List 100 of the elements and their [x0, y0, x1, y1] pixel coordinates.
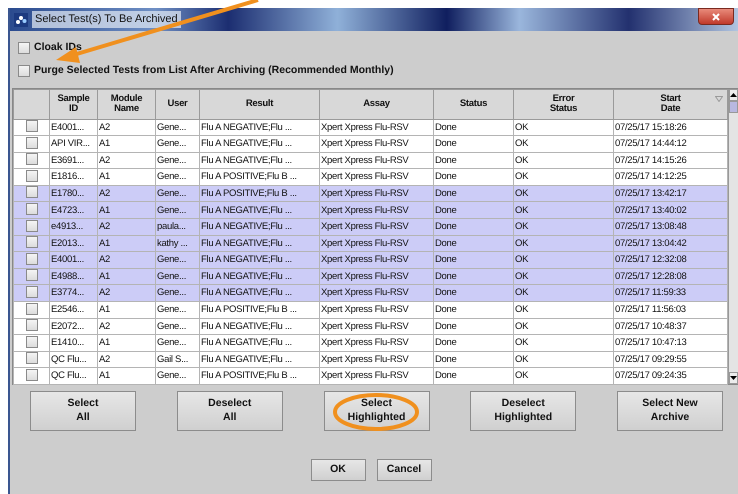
row-checkbox[interactable]: [26, 368, 38, 381]
row-checkbox[interactable]: [26, 220, 38, 232]
table-cell: Flu A NEGATIVE;Flu ...: [201, 287, 292, 298]
table-cell: 07/25/17 11:59:33: [615, 287, 686, 298]
table-cell: Xpert Xpress Flu-RSV: [321, 270, 408, 282]
table-row[interactable]: E4988... A1 Gene... Flu A NEGATIVE;Flu ... Xpert Xpress Flu-RSV Done OK 07/25/17 12:28:08: [14, 268, 728, 285]
table-cell: QC Flu...: [51, 354, 86, 365]
action-button[interactable]: Select New Archive: [617, 390, 723, 430]
action-button[interactable]: Select All: [30, 390, 136, 430]
table-cell: Xpert Xpress Flu-RSV: [321, 138, 408, 150]
table-cell: OK: [515, 188, 528, 199]
close-button[interactable]: [698, 8, 734, 25]
table-cell: E4988...: [51, 270, 84, 282]
table-cell: Gene...: [157, 171, 186, 182]
table-row[interactable]: API VIR... A1 Gene... Flu A NEGATIVE;Flu ... Xpert Xpress Flu-RSV Done OK 07/25/17 14:44:12: [14, 136, 728, 152]
row-checkbox[interactable]: [26, 236, 38, 248]
table-cell: 07/25/17 09:29:55: [615, 354, 686, 365]
row-checkbox[interactable]: [26, 120, 38, 132]
app-icon: [14, 12, 28, 26]
table-cell: A2: [99, 221, 110, 232]
column-header[interactable]: Start Date: [660, 94, 681, 114]
table-cell: Done: [435, 287, 457, 298]
table-cell: kathy ...: [157, 238, 188, 249]
table-cell: A1: [99, 337, 110, 348]
table-cell: Done: [435, 270, 457, 282]
table-row[interactable]: E4001... A2 Gene... Flu A NEGATIVE;Flu ... Xpert Xpress Flu-RSV Done OK 07/25/17 15:18:26: [14, 119, 728, 136]
table-cell: Done: [435, 204, 457, 216]
table-cell: Xpert Xpress Flu-RSV: [321, 188, 408, 199]
table-cell: 07/25/17 12:28:08: [615, 270, 686, 282]
table-row[interactable]: E1410... A1 Gene... Flu A NEGATIVE;Flu ... Xpert Xpress Flu-RSV Done OK 07/25/17 10:47:13: [14, 334, 728, 352]
table-cell: e4913...: [51, 221, 83, 232]
table-row[interactable]: E1780... A2 Gene... Flu A POSITIVE;Flu B ... Xpert Xpress Flu-RSV Done OK 07/25/17 13:42:17: [14, 185, 728, 202]
column-header[interactable]: Assay: [363, 98, 390, 110]
table-cell: E1780...: [51, 188, 84, 199]
checkbox[interactable]: [18, 42, 30, 54]
scroll-thumb[interactable]: [729, 100, 738, 112]
table-cell: paula...: [157, 221, 186, 232]
table-cell: Gene...: [157, 154, 186, 166]
table-cell: Xpert Xpress Flu-RSV: [321, 287, 408, 298]
row-checkbox[interactable]: [26, 136, 38, 149]
table-cell: E4723...: [51, 204, 84, 216]
table-cell: 07/25/17 10:47:13: [615, 337, 686, 348]
row-checkbox[interactable]: [26, 319, 38, 332]
table-row[interactable]: QC Flu... A1 Gene... Flu A POSITIVE;Flu B ... Xpert Xpress Flu-RSV Done OK 07/25/17 09:24:35: [14, 368, 728, 384]
table-cell: 07/25/17 13:42:17: [615, 188, 686, 199]
table-cell: Gene...: [157, 337, 186, 348]
table-row[interactable]: E1816... A1 Gene... Flu A POSITIVE;Flu B ... Xpert Xpress Flu-RSV Done OK 07/25/17 14:12:25: [14, 168, 728, 186]
table-row[interactable]: E3774... A2 Gene... Flu A NEGATIVE;Flu ... Xpert Xpress Flu-RSV Done OK 07/25/17 11:59:33: [14, 284, 728, 302]
row-checkbox[interactable]: [26, 186, 38, 198]
row-checkbox[interactable]: [26, 336, 38, 348]
action-button[interactable]: Deselect Highlighted: [470, 390, 576, 430]
row-checkbox[interactable]: [26, 269, 38, 282]
table-row[interactable]: e4913... A2 paula... Flu A NEGATIVE;Flu ... Xpert Xpress Flu-RSV Done OK 07/25/17 13:08:48: [14, 218, 728, 236]
table-cell: Done: [435, 138, 457, 150]
checkbox[interactable]: [18, 64, 30, 77]
row-checkbox[interactable]: [26, 203, 38, 216]
table-cell: Flu A NEGATIVE;Flu ...: [201, 354, 292, 365]
table-cell: OK: [515, 270, 528, 282]
table-row[interactable]: E2013... A1 kathy ... Flu A NEGATIVE;Flu ... Xpert Xpress Flu-RSV Done OK 07/25/17 13:04:42: [14, 235, 728, 252]
table-row[interactable]: E2546... A1 Gene... Flu A POSITIVE;Flu B ... Xpert Xpress Flu-RSV Done OK 07/25/17 11:56:03: [14, 302, 728, 318]
scroll-up-icon[interactable]: [730, 92, 737, 96]
scrollbar[interactable]: [728, 88, 738, 384]
table-cell: Xpert Xpress Flu-RSV: [321, 154, 408, 166]
row-checkbox[interactable]: [26, 170, 38, 182]
table-cell: Flu A NEGATIVE;Flu ...: [201, 337, 292, 348]
table-row[interactable]: E4723... A1 Gene... Flu A NEGATIVE;Flu ... Xpert Xpress Flu-RSV Done OK 07/25/17 13:40:02: [14, 202, 728, 219]
table-row[interactable]: E2072... A2 Gene... Flu A NEGATIVE;Flu ... Xpert Xpress Flu-RSV Done OK 07/25/17 10:48:37: [14, 318, 728, 335]
column-header[interactable]: Status: [460, 98, 488, 110]
row-checkbox[interactable]: [26, 302, 38, 315]
table-row[interactable]: E3691... A2 Gene... Flu A NEGATIVE;Flu ... Xpert Xpress Flu-RSV Done OK 07/25/17 14:15:26: [14, 152, 728, 169]
row-checkbox[interactable]: [26, 352, 38, 364]
table-cell: 07/25/17 14:15:26: [615, 154, 686, 166]
close-icon[interactable]: [712, 12, 720, 20]
table-cell: OK: [515, 204, 528, 216]
table-row[interactable]: E4001... A2 Gene... Flu A NEGATIVE;Flu ... Xpert Xpress Flu-RSV Done OK 07/25/17 12:32:08: [14, 252, 728, 268]
table-cell: E1410...: [51, 337, 84, 348]
row-checkbox[interactable]: [26, 153, 38, 166]
table-cell: OK: [515, 138, 528, 150]
table-cell: Done: [435, 122, 457, 133]
column-header[interactable]: User: [168, 98, 188, 110]
table-cell: Done: [435, 354, 457, 365]
row-checkbox[interactable]: [26, 286, 38, 298]
table-cell: Xpert Xpress Flu-RSV: [321, 354, 408, 365]
column-header[interactable]: Result: [246, 98, 274, 110]
scroll-down-icon[interactable]: [730, 376, 737, 380]
action-button[interactable]: Deselect All: [176, 390, 283, 430]
table-cell: A2: [99, 320, 110, 332]
table-cell: Flu A NEGATIVE;Flu ...: [201, 154, 292, 166]
table-row[interactable]: QC Flu... A2 Gail S... Flu A NEGATIVE;Flu ... Xpert Xpress Flu-RSV Done OK 07/25/17 09:29:55: [14, 351, 728, 368]
table-cell: Gene...: [157, 320, 186, 332]
cancel-button[interactable]: Cancel: [376, 458, 432, 480]
table-cell: OK: [515, 304, 528, 316]
table-cell: Gene...: [157, 287, 186, 298]
row-checkbox[interactable]: [26, 252, 38, 265]
table-cell: Gene...: [157, 254, 186, 266]
table-cell: Xpert Xpress Flu-RSV: [321, 171, 408, 182]
column-header[interactable]: Error Status: [550, 94, 578, 114]
table-cell: 07/25/17 14:12:25: [615, 171, 686, 182]
ok-button[interactable]: OK: [310, 458, 366, 480]
table-cell: Done: [435, 154, 457, 166]
